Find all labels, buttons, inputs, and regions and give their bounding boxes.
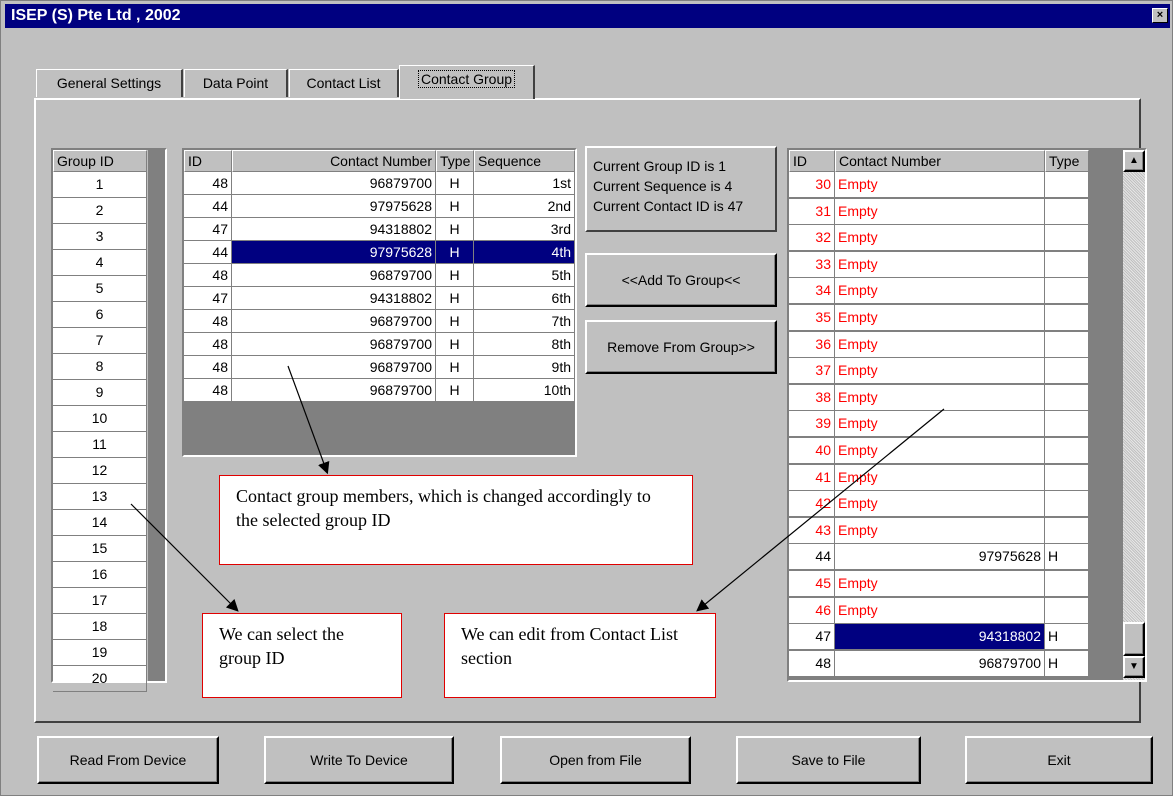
annotation-arrows [130, 365, 945, 612]
main-window: ISEP (S) Pte Ltd , 2002 × General Settin… [0, 0, 1173, 796]
edit-arrow [696, 408, 945, 612]
members-arrow [287, 365, 330, 475]
group-arrow [130, 503, 239, 612]
